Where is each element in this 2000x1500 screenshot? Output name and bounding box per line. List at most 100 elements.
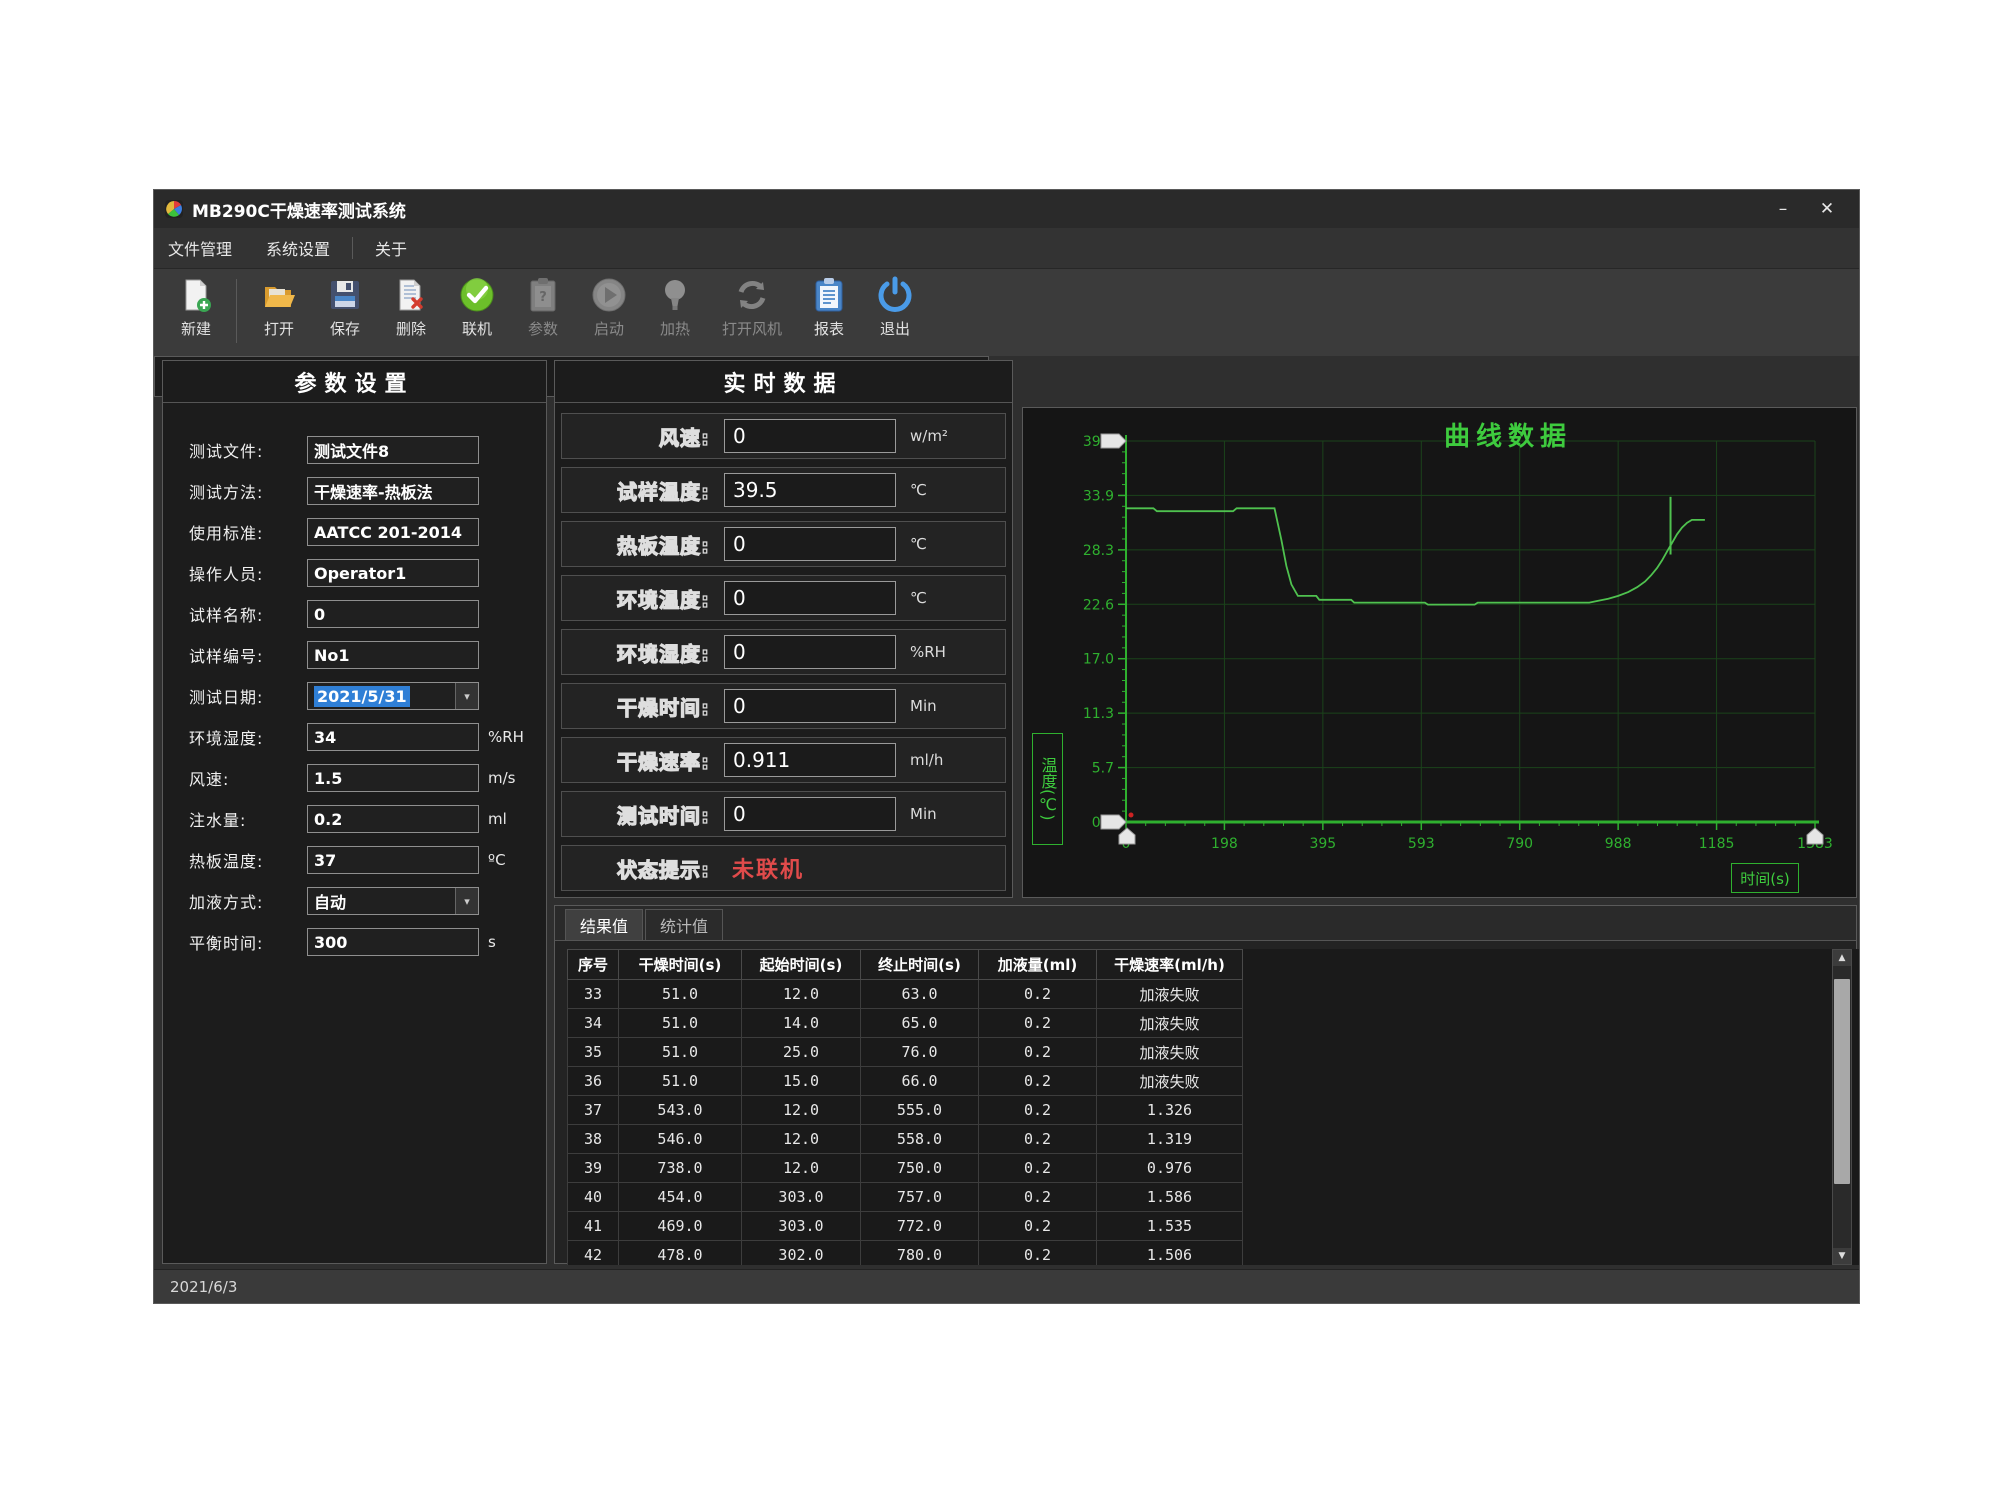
param-row-sample-no: 试样编号: (163, 640, 546, 670)
cell-5: 0.976 (1097, 1154, 1243, 1183)
water-volume-input[interactable] (307, 805, 479, 833)
table-row[interactable]: 37543.012.0555.00.21.326 (568, 1096, 1243, 1125)
param-label-ambient-humidity: 环境湿度: (189, 725, 307, 749)
ambient-humidity-input[interactable] (307, 723, 479, 751)
param-label-water-volume: 注水量: (189, 807, 307, 831)
status-bar: 2021/6/3 (154, 1269, 1859, 1303)
dosing-mode-select[interactable]: 自动▾ (307, 887, 479, 915)
cell-4: 0.2 (979, 1212, 1097, 1241)
test-date-dropdown-arrow-icon[interactable]: ▾ (455, 683, 478, 709)
report-button[interactable]: 报表 (797, 275, 861, 339)
realtime-wind-speed-value[interactable] (724, 419, 896, 453)
results-table-zone: 序号干燥时间(s)起始时间(s)终止时间(s)加液量(ml)干燥速率(ml/h)… (567, 949, 1860, 1265)
param-row-wind-speed: 风速:m/s (163, 763, 546, 793)
minimize-button[interactable]: – (1761, 199, 1805, 219)
table-row[interactable]: 40454.0303.0757.00.21.586 (568, 1183, 1243, 1212)
menu-system-settings[interactable]: 系统设置 (266, 236, 330, 260)
cell-3: 780.0 (861, 1241, 979, 1266)
scrollbar-down-icon[interactable]: ▼ (1833, 1248, 1851, 1264)
operator-input[interactable] (307, 559, 479, 587)
realtime-sample-temp-value[interactable] (724, 473, 896, 507)
menu-file-management[interactable]: 文件管理 (168, 236, 232, 260)
param-label-sample-no: 试样编号: (189, 643, 307, 667)
column-header-4: 加液量(ml) (979, 950, 1097, 980)
realtime-test-time-value[interactable] (724, 797, 896, 831)
params-button: ? 参数 (511, 275, 575, 339)
realtime-group-hotplate-temp: 热板温度:℃ (561, 521, 1006, 567)
table-row[interactable]: 38546.012.0558.00.21.319 (568, 1125, 1243, 1154)
fan-refresh-icon (732, 275, 772, 315)
tab-result-values[interactable]: 结果值 (565, 909, 643, 940)
origin-marker-dot (1129, 813, 1134, 818)
online-button[interactable]: 联机 (445, 275, 509, 339)
sample-name-input[interactable] (307, 600, 479, 628)
status-date: 2021/6/3 (170, 1278, 237, 1296)
exit-button[interactable]: 退出 (863, 275, 927, 339)
cell-3: 757.0 (861, 1183, 979, 1212)
app-logo-icon (164, 199, 184, 219)
balance-time-input[interactable] (307, 928, 479, 956)
table-row[interactable]: 3451.014.065.00.2加液失败 (568, 1009, 1243, 1038)
realtime-data-title: 实时数据 (723, 366, 843, 398)
cell-4: 0.2 (979, 1067, 1097, 1096)
table-row[interactable]: 3551.025.076.00.2加液失败 (568, 1038, 1243, 1067)
temperature-curve-chart: 39.633.928.322.617.011.35.70.00198395593… (1023, 408, 1856, 897)
save-floppy-icon (325, 275, 365, 315)
dosing-mode-dropdown-arrow-icon[interactable]: ▾ (455, 888, 478, 914)
y-tick-label: 5.7 (1092, 761, 1114, 777)
test-date-select[interactable]: 2021/5/31▾ (307, 682, 479, 710)
realtime-ambient-temp-value[interactable] (724, 581, 896, 615)
close-button[interactable]: ✕ (1805, 199, 1849, 219)
table-row[interactable]: 42478.0302.0780.00.21.506 (568, 1241, 1243, 1266)
y-axis-bottom-handle[interactable] (1101, 815, 1126, 829)
delete-button[interactable]: 删除 (379, 275, 443, 339)
cell-0: 40 (568, 1183, 619, 1212)
open-folder-icon (259, 275, 299, 315)
delete-file-icon (391, 275, 431, 315)
realtime-drying-rate-value[interactable] (724, 743, 896, 777)
cell-5: 1.326 (1097, 1096, 1243, 1125)
realtime-ambient-humidity-value[interactable] (724, 635, 896, 669)
cell-2: 15.0 (742, 1067, 861, 1096)
scrollbar-thumb[interactable] (1834, 979, 1850, 1184)
realtime-drying-time-value[interactable] (724, 689, 896, 723)
param-row-test-date: 测试日期:2021/5/31▾ (163, 681, 546, 711)
scrollbar-up-icon[interactable]: ▲ (1833, 950, 1851, 966)
param-label-test-method: 测试方法: (189, 479, 307, 503)
y-tick-label: 33.9 (1083, 488, 1114, 504)
test-method-input[interactable] (307, 477, 479, 505)
results-scrollbar[interactable]: ▲ ▼ (1832, 949, 1852, 1265)
sample-no-input[interactable] (307, 641, 479, 669)
table-row[interactable]: 3651.015.066.00.2加液失败 (568, 1067, 1243, 1096)
wind-speed-input[interactable] (307, 764, 479, 792)
chart-title: 曲线数据 (1393, 416, 1623, 453)
y-axis-top-handle[interactable] (1101, 434, 1126, 448)
save-button[interactable]: 保存 (313, 275, 377, 339)
test-file-input[interactable] (307, 436, 479, 464)
hotplate-temp-input[interactable] (307, 846, 479, 874)
realtime-hotplate-temp-value[interactable] (724, 527, 896, 561)
x-axis-right-handle[interactable] (1807, 828, 1823, 844)
wind-speed-unit: m/s (488, 769, 515, 787)
cell-0: 34 (568, 1009, 619, 1038)
table-row[interactable]: 3351.012.063.00.2加液失败 (568, 980, 1243, 1009)
standard-input[interactable] (307, 518, 479, 546)
param-label-operator: 操作人员: (189, 561, 307, 585)
param-row-hotplate-temp: 热板温度:ºC (163, 845, 546, 875)
menu-about[interactable]: 关于 (375, 236, 407, 260)
new-button[interactable]: 新建 (164, 275, 228, 339)
cell-3: 63.0 (861, 980, 979, 1009)
realtime-wind-speed-unit: w/m² (910, 427, 980, 445)
cell-5: 1.319 (1097, 1125, 1243, 1154)
param-row-test-file: 测试文件: (163, 435, 546, 465)
table-row[interactable]: 41469.0303.0772.00.21.535 (568, 1212, 1243, 1241)
tab-statistics[interactable]: 统计值 (645, 909, 723, 940)
realtime-label-sample-temp: 试样温度: (570, 476, 710, 505)
x-axis-left-handle[interactable] (1119, 828, 1135, 844)
cell-3: 66.0 (861, 1067, 979, 1096)
cell-1: 51.0 (619, 1067, 742, 1096)
realtime-hotplate-temp-unit: ℃ (910, 535, 980, 553)
open-button[interactable]: 打开 (247, 275, 311, 339)
realtime-label-wind-speed: 风速: (570, 422, 710, 451)
table-row[interactable]: 39738.012.0750.00.20.976 (568, 1154, 1243, 1183)
